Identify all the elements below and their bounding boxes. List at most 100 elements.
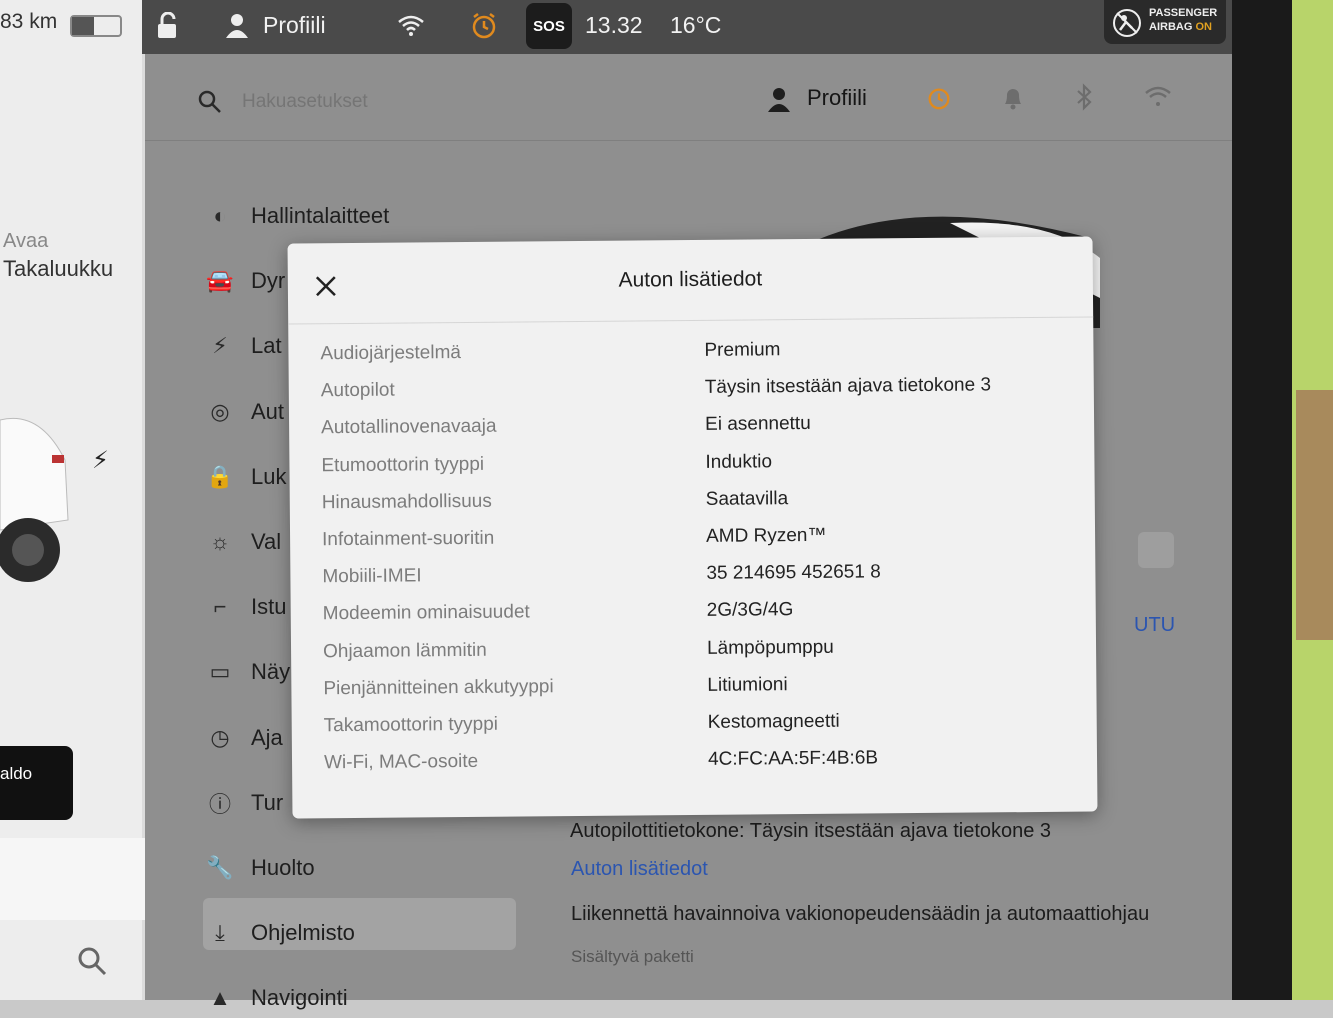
menu-item-10[interactable]: 🔧 Huolto: [205, 848, 315, 888]
navigation-icon: ▲: [209, 985, 231, 1011]
menu-item-11[interactable]: ⤓ Ohjelmisto: [205, 913, 355, 953]
unlock-icon[interactable]: [155, 11, 181, 45]
details-row: Takamoottorin tyyppi Kestomagneetti: [292, 708, 1097, 751]
sun-icon: ☼: [209, 529, 231, 554]
bell-icon[interactable]: [1001, 85, 1025, 116]
menu-item-label: Näy: [251, 659, 291, 685]
alarm-clock-icon: [470, 12, 498, 45]
dialog-title: Auton lisätiedot: [618, 267, 763, 292]
details-row-value: 2G/3G/4G: [706, 599, 794, 622]
trunk-button[interactable]: Takaluukku: [3, 256, 113, 282]
passenger-airbag-indicator: PASSENGER AIRBAG ON: [1104, 0, 1226, 44]
menu-item-label: Val: [251, 529, 282, 554]
alert-icon: ⓘ: [208, 791, 231, 817]
menu-item-2[interactable]: ⚡ Lat: [205, 326, 282, 366]
details-row: Mobiili-IMEI 35 214695 452651 8: [290, 560, 1095, 603]
details-row-value: Ei asennettu: [705, 413, 811, 436]
range-text: 83 km: [0, 10, 58, 33]
details-row: Hinausmahdollisuus Saatavilla: [290, 485, 1095, 528]
details-row-label: Autopilot: [320, 379, 395, 402]
menu-item-7[interactable]: ▭ Näy: [205, 652, 291, 692]
details-row-value: Lämpöpumppu: [706, 636, 834, 659]
details-row-label: Hinausmahdollisuus: [321, 490, 492, 514]
vehicle-details-link[interactable]: Auton lisätiedot: [571, 858, 708, 881]
header-profile-icon: [768, 86, 790, 117]
menu-item-1[interactable]: 🚘 Dyr: [205, 261, 285, 301]
details-row-value: 4C:FC:AA:5F:4B:6B: [707, 747, 879, 771]
menu-item-label: Lat: [251, 333, 282, 359]
header-alarm-icon[interactable]: [926, 85, 952, 116]
profile-icon: [225, 12, 249, 43]
utu-link[interactable]: UTU: [1134, 614, 1175, 637]
download-icon: ⤓: [215, 920, 225, 946]
autopilot-computer-text: Autopilottitietokone: Täysin itsestään a…: [570, 820, 1052, 842]
header-wifi-icon[interactable]: [1144, 85, 1172, 112]
bolt-icon: ⚡: [212, 333, 228, 359]
details-row-label: Mobiili-IMEI: [322, 565, 422, 588]
menu-item-8[interactable]: ◷ Aja: [205, 718, 283, 758]
details-row: Autotallinovenavaaja Ei asennettu: [289, 411, 1094, 454]
details-row-value: Premium: [704, 339, 781, 361]
battery-icon: [70, 15, 122, 37]
wifi-icon: [397, 14, 425, 41]
details-row-value: AMD Ryzen™: [705, 524, 827, 547]
menu-item-5[interactable]: ☼ Val: [205, 522, 281, 562]
left-action-button[interactable]: aldo: [0, 746, 73, 820]
clock: 13.32: [585, 12, 643, 38]
details-row-value: Kestomagneetti: [707, 710, 840, 733]
bluetooth-icon[interactable]: [1074, 83, 1096, 116]
details-row-value: Saatavilla: [705, 487, 789, 510]
menu-item-label: Luk: [251, 463, 287, 489]
ambient-edge-wood: [1296, 390, 1333, 640]
header-profile-name[interactable]: Profiili: [807, 85, 867, 111]
header-divider: [145, 140, 1232, 141]
menu-item-label: Huolto: [251, 855, 315, 880]
details-row-label: Ohjaamon lämmitin: [322, 639, 487, 662]
dialog-header: Auton lisätiedot: [287, 236, 1094, 325]
details-row: Pienjännitteinen akkutyyppi Litiumioni: [291, 671, 1096, 714]
menu-item-label: Dyr: [251, 268, 286, 294]
details-row-label: Takamoottorin tyyppi: [323, 713, 499, 737]
menu-item-12[interactable]: ▲ Navigointi: [205, 978, 348, 1018]
settings-search-input[interactable]: [240, 86, 544, 118]
details-row: Autopilot Täysin itsestään ajava tietokon…: [289, 374, 1094, 417]
car-icon: 🚘: [206, 268, 234, 294]
search-icon[interactable]: [76, 945, 108, 982]
schedule-icon: ◷: [210, 724, 230, 750]
package-title: Liikennettä havainnoiva vakionopeudensää…: [571, 903, 1150, 925]
car-image: [0, 400, 70, 600]
toggle-icon: ◐: [213, 203, 227, 228]
details-row: Ohjaamon lämmitin Lämpöpumppu: [291, 634, 1096, 677]
profile-name[interactable]: Profiili: [263, 12, 326, 39]
details-row-label: Modeemin ominaisuudet: [322, 601, 530, 625]
package-subtitle: Sisältyvä paketti: [571, 947, 694, 966]
details-row-label: Autotallinovenavaaja: [321, 416, 497, 439]
details-row-value: Litiumioni: [707, 673, 788, 696]
details-row-label: Audiojärjestelmä: [320, 342, 462, 365]
details-row: Modeemin ominaisuudet 2G/3G/4G: [291, 597, 1096, 640]
settings-search-icon: [197, 89, 223, 120]
details-row: Etumoottorin tyyppi Induktio: [289, 448, 1094, 491]
open-label: Avaa: [3, 230, 49, 252]
outside-temperature: 16°C: [670, 12, 722, 38]
airbag-icon: [1112, 8, 1142, 43]
menu-item-label: Aut: [251, 398, 285, 424]
menu-item-label: Tur: [251, 789, 284, 815]
steering-wheel-icon: ◎: [210, 398, 230, 424]
menu-item-9[interactable]: ⓘ Tur: [205, 783, 283, 823]
details-row-label: Wi-Fi, MAC-osoite: [323, 751, 479, 774]
menu-item-6[interactable]: ⌐ Istu: [205, 587, 287, 627]
vehicle-details-dialog: Auton lisätiedot Audiojärjestelmä Premium…: [287, 236, 1098, 819]
details-row-label: Pienjännitteinen akkutyyppi: [323, 676, 554, 700]
menu-item-label: Navigointi: [251, 985, 348, 1011]
menu-item-4[interactable]: 🔒 Luk: [205, 457, 286, 497]
menu-item-label: Aja: [251, 724, 283, 750]
menu-item-label: Ohjelmisto: [251, 920, 355, 946]
details-row: Audiojärjestelmä Premium: [288, 336, 1093, 379]
toggle-switch[interactable]: [1138, 532, 1174, 568]
sos-button[interactable]: SOS: [526, 3, 572, 49]
menu-item-3[interactable]: ◎ Aut: [205, 392, 284, 432]
menu-item-0[interactable]: ◐ Hallintalaitteet: [205, 196, 389, 236]
lock-icon: 🔒: [206, 463, 234, 489]
left-card: [0, 838, 145, 920]
